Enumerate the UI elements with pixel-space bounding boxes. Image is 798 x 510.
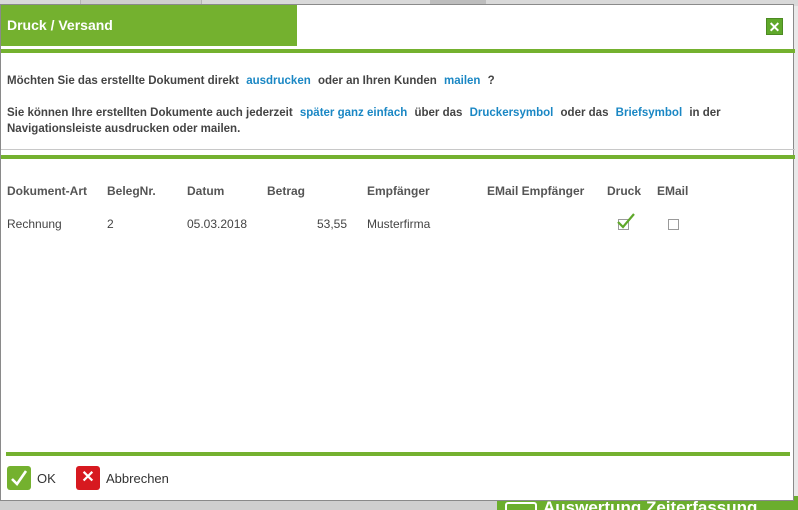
column-header-print: Druck [607, 184, 642, 198]
print-link[interactable]: ausdrucken [246, 75, 311, 87]
message-text: oder das [560, 107, 609, 119]
message-text: Möchten Sie das erstellte Dokument direk… [7, 75, 239, 87]
message-text: über das [414, 107, 463, 119]
ok-button[interactable]: OK [7, 466, 67, 490]
column-header-amount: Betrag [267, 184, 306, 198]
printer-symbol-link[interactable]: Druckersymbol [470, 107, 554, 119]
message-text: oder an Ihren Kunden [317, 75, 437, 87]
cell-date: 05.03.2018 [187, 217, 248, 231]
column-header-date: Datum [187, 184, 225, 198]
cell-amount: 53,55 [316, 217, 347, 231]
email-checkbox[interactable] [668, 219, 679, 230]
checkmark-icon [7, 466, 31, 490]
message-text: Sie können Ihre erstellten Dokumente auc… [7, 107, 293, 119]
print-send-dialog: Druck / Versand ✕ Möchten Sie das erstel… [0, 4, 795, 501]
column-header-email-recipient: EMail Empfänger [487, 184, 585, 198]
cancel-label: Abbrechen [106, 471, 169, 486]
later-link[interactable]: später ganz einfach [300, 107, 407, 119]
footer-divider [6, 452, 790, 456]
header-divider [1, 49, 795, 53]
column-header-doc-type: Dokument-Art [7, 184, 87, 198]
message-line-2: Sie können Ihre erstellten Dokumente auc… [7, 105, 767, 137]
cell-number: 2 [107, 217, 114, 231]
mail-link[interactable]: mailen [444, 75, 480, 87]
section-divider [1, 155, 795, 159]
close-icon: ✕ [76, 466, 100, 490]
cancel-button[interactable]: ✕ Abbrechen [76, 466, 186, 490]
column-header-recipient: Empfänger [367, 184, 430, 198]
ok-label: OK [37, 471, 56, 486]
column-header-number: BelegNr. [107, 184, 156, 198]
message-line-1: Möchten Sie das erstellte Dokument direk… [7, 73, 495, 89]
checkmark-icon [617, 213, 635, 229]
message-text: ? [487, 75, 495, 87]
print-checkbox[interactable] [617, 213, 635, 230]
column-header-email: EMail [657, 184, 689, 198]
letter-symbol-link[interactable]: Briefsymbol [616, 107, 682, 119]
close-icon[interactable]: ✕ [766, 18, 783, 35]
report-icon [505, 502, 537, 510]
cell-doc-type: Rechnung [7, 217, 62, 231]
cell-recipient: Musterfirma [367, 217, 431, 231]
section-divider-thin [1, 149, 795, 150]
dialog-title: Druck / Versand [1, 5, 297, 46]
